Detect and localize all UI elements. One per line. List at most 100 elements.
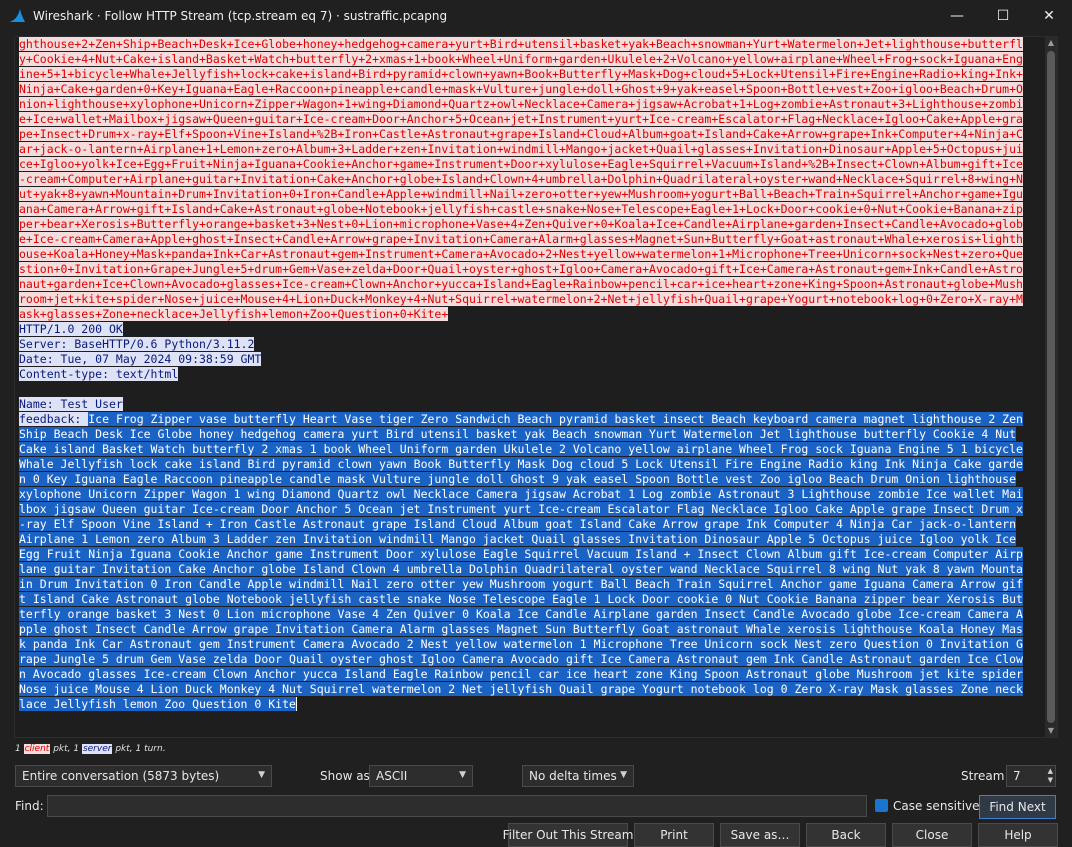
client-line: ine+5+1+bicycle+Whale+Jellyfish+lock+cak… <box>19 67 1039 82</box>
packet-summary: 1 client pkt, 1 server pkt, 1 turn. <box>15 744 166 754</box>
client-tag: client <box>23 744 51 754</box>
client-text: room+jet+kite+spider+Nose+juice+Mouse+4+… <box>19 292 1023 306</box>
chevron-down-icon: ▼ <box>620 770 627 780</box>
selected-line: Egg Fruit Ninja Iguana Cookie Anchor gam… <box>19 547 1039 562</box>
case-sensitive-checkbox[interactable] <box>875 799 888 812</box>
print-button[interactable]: Print <box>634 823 714 847</box>
client-line: ghthouse+2+Zen+Ship+Beach+Desk+Ice+Globe… <box>19 37 1039 52</box>
selected-text: Whale Jellyfish lock cake island Bird py… <box>19 457 1023 471</box>
find-label: Find: <box>15 799 44 813</box>
case-sensitive-label: Case sensitive <box>893 799 980 813</box>
client-line: e+Ice+wallet+Mailbox+jigsaw+Queen+guitar… <box>19 112 1039 127</box>
selected-text: t Island Cake Astronaut globe Notebook j… <box>19 592 1023 606</box>
delta-times-value: No delta times <box>529 769 617 783</box>
client-line: ce+Igloo+yolk+Ice+Egg+Fruit+Ninja+Iguana… <box>19 157 1039 172</box>
window-title: Wireshark · Follow HTTP Stream (tcp.stre… <box>33 9 448 23</box>
stream-number-spinbox[interactable]: 7 ▲ ▼ <box>1006 765 1056 787</box>
server-text: Name: Test User <box>19 397 123 411</box>
selected-line: Ship Beach Desk Ice Globe honey hedgehog… <box>19 427 1039 442</box>
back-button[interactable]: Back <box>806 823 886 847</box>
vertical-scrollbar[interactable]: ▲ ▼ <box>1045 37 1057 737</box>
selected-line: Whale Jellyfish lock cake island Bird py… <box>19 457 1039 472</box>
stream-number-value: 7 <box>1013 769 1021 783</box>
selected-text: k panda Ink Car Astronaut gem Instrument… <box>19 637 1023 651</box>
scrollbar-thumb[interactable] <box>1047 51 1055 723</box>
client-text: e+Ice+wallet+Mailbox+jigsaw+Queen+guitar… <box>19 112 1023 126</box>
selected-line: -ray Elf Spoon Vine Island + Iron Castle… <box>19 517 1039 532</box>
selected-text: Ship Beach Desk Ice Globe honey hedgehog… <box>19 427 1016 441</box>
selected-line: lbox jigsaw Queen guitar Ice-cream Door … <box>19 502 1039 517</box>
maximize-button[interactable]: ☐ <box>980 0 1026 32</box>
client-line: e+Ice-cream+Camera+Apple+ghost+Insect+Ca… <box>19 232 1039 247</box>
server-text: Date: Tue, 07 May 2024 09:38:59 GMT <box>19 352 262 366</box>
client-text: stion+0+Invitation+Grape+Jungle+5+drum+G… <box>19 262 1023 276</box>
client-line: pe+Insect+Drum+x-ray+Elf+Spoon+Vine+Isla… <box>19 127 1039 142</box>
find-input[interactable] <box>47 795 867 817</box>
client-text: y+Cookie+4+Nut+Cake+island+Basket+Watch+… <box>19 52 1023 66</box>
help-button[interactable]: Help <box>978 823 1058 847</box>
spin-down-icon[interactable]: ▼ <box>1048 776 1053 784</box>
show-as-select[interactable]: ASCII ▼ <box>369 765 473 787</box>
filter-out-stream-button[interactable]: Filter Out This Stream <box>503 823 633 847</box>
client-text: ghthouse+2+Zen+Ship+Beach+Desk+Ice+Globe… <box>19 37 1023 51</box>
selected-line: Nose juice Mouse 4 Lion Duck Monkey 4 Nu… <box>19 682 1039 697</box>
conversation-select-value: Entire conversation (5873 bytes) <box>22 769 220 783</box>
client-text: ce+Igloo+yolk+Ice+Egg+Fruit+Ninja+Iguana… <box>19 157 1023 171</box>
minimize-button[interactable]: — <box>934 0 980 32</box>
server-text: HTTP/1.0 200 OK <box>19 322 123 336</box>
wireshark-fin-icon <box>9 9 25 22</box>
client-line: Ninja+Cake+garden+0+Key+Iguana+Eagle+Rac… <box>19 82 1039 97</box>
client-line: ouse+Koala+Honey+Mask+panda+Ink+Car+Astr… <box>19 247 1039 262</box>
feedback-label: feedback: <box>19 412 89 426</box>
save-as-button[interactable]: Save as… <box>720 823 800 847</box>
close-window-button[interactable]: ✕ <box>1026 0 1072 32</box>
feedback-line: feedback: Ice Frog Zipper vase butterfly… <box>19 412 1039 427</box>
stream-label: Stream <box>961 769 1005 783</box>
server-text: Server: BaseHTTP/0.6 Python/3.11.2 <box>19 337 255 351</box>
selected-line: n 0 Key Iguana Eagle Raccoon pineapple c… <box>19 472 1039 487</box>
selected-text: lbox jigsaw Queen guitar Ice-cream Door … <box>19 502 1023 516</box>
delta-times-select[interactable]: No delta times ▼ <box>522 765 634 787</box>
client-text: ask+glasses+Zone+necklace+Jellyfish+lemo… <box>19 307 449 321</box>
selected-line: in Drum Invitation 0 Iron Candle Apple w… <box>19 577 1039 592</box>
client-line: naut+garden+Ice+Clown+Avocado+glasses+Ic… <box>19 277 1039 292</box>
scroll-up-icon[interactable]: ▲ <box>1045 37 1057 49</box>
server-line: Date: Tue, 07 May 2024 09:38:59 GMT <box>19 352 1039 367</box>
selected-text: n Avocado glasses Ice-cream Clown Anchor… <box>19 667 1023 681</box>
stream-panel[interactable]: ghthouse+2+Zen+Ship+Beach+Desk+Ice+Globe… <box>14 36 1058 738</box>
conversation-select[interactable]: Entire conversation (5873 bytes) ▼ <box>15 765 272 787</box>
spin-up-icon[interactable]: ▲ <box>1048 767 1053 775</box>
client-line: ar+jack-o-lantern+Airplane+1+Lemon+zero+… <box>19 142 1039 157</box>
client-text: ana+Camera+Arrow+gift+Island+Cake+Astron… <box>19 202 1023 216</box>
server-line: HTTP/1.0 200 OK <box>19 322 1039 337</box>
client-text: per+bear+Xerosis+Butterfly+orange+basket… <box>19 217 1023 231</box>
selected-text: lane guitar Invitation Cake Anchor globe… <box>19 562 1023 576</box>
client-text: pe+Insect+Drum+x-ray+Elf+Spoon+Vine+Isla… <box>19 127 1023 141</box>
selected-text: Airplane 1 Lemon zero Album 3 Ladder zen… <box>19 532 1016 546</box>
stream-text-area[interactable]: ghthouse+2+Zen+Ship+Beach+Desk+Ice+Globe… <box>19 37 1039 737</box>
selected-line: lace Jellyfish lemon Zoo Question 0 Kite <box>19 697 1039 712</box>
client-text: ar+jack-o-lantern+Airplane+1+Lemon+zero+… <box>19 142 1023 156</box>
client-text: ine+5+1+bicycle+Whale+Jellyfish+lock+cak… <box>19 67 1023 81</box>
client-text: naut+garden+Ice+Clown+Avocado+glasses+Ic… <box>19 277 1023 291</box>
chevron-down-icon: ▼ <box>258 770 265 780</box>
selected-line: Cake island Basket Watch butterfly 2 xma… <box>19 442 1039 457</box>
close-button[interactable]: Close <box>892 823 972 847</box>
scroll-down-icon[interactable]: ▼ <box>1045 725 1057 737</box>
client-line: ana+Camera+Arrow+gift+Island+Cake+Astron… <box>19 202 1039 217</box>
selected-line: t Island Cake Astronaut globe Notebook j… <box>19 592 1039 607</box>
selected-text: Cake island Basket Watch butterfly 2 xma… <box>19 442 1023 456</box>
client-line: nion+lighthouse+xylophone+Unicorn+Zipper… <box>19 97 1039 112</box>
client-line: y+Cookie+4+Nut+Cake+island+Basket+Watch+… <box>19 52 1039 67</box>
client-text: ouse+Koala+Honey+Mask+panda+Ink+Car+Astr… <box>19 247 1023 261</box>
title-bar: Wireshark · Follow HTTP Stream (tcp.stre… <box>0 0 1072 32</box>
client-line: per+bear+Xerosis+Butterfly+orange+basket… <box>19 217 1039 232</box>
client-line: room+jet+kite+spider+Nose+juice+Mouse+4+… <box>19 292 1039 307</box>
selected-text: xylophone Unicorn Zipper Wagon 1 wing Di… <box>19 487 1023 501</box>
show-as-value: ASCII <box>376 769 408 783</box>
selected-text: rape Jungle 5 drum Gem Vase zelda Door Q… <box>19 652 1023 666</box>
packet-summary-suffix: pkt, 1 turn. <box>112 744 166 754</box>
selected-text: lace Jellyfish lemon Zoo Question 0 Kite <box>19 697 296 711</box>
find-next-button[interactable]: Find Next <box>979 795 1056 819</box>
chevron-down-icon: ▼ <box>459 770 466 780</box>
